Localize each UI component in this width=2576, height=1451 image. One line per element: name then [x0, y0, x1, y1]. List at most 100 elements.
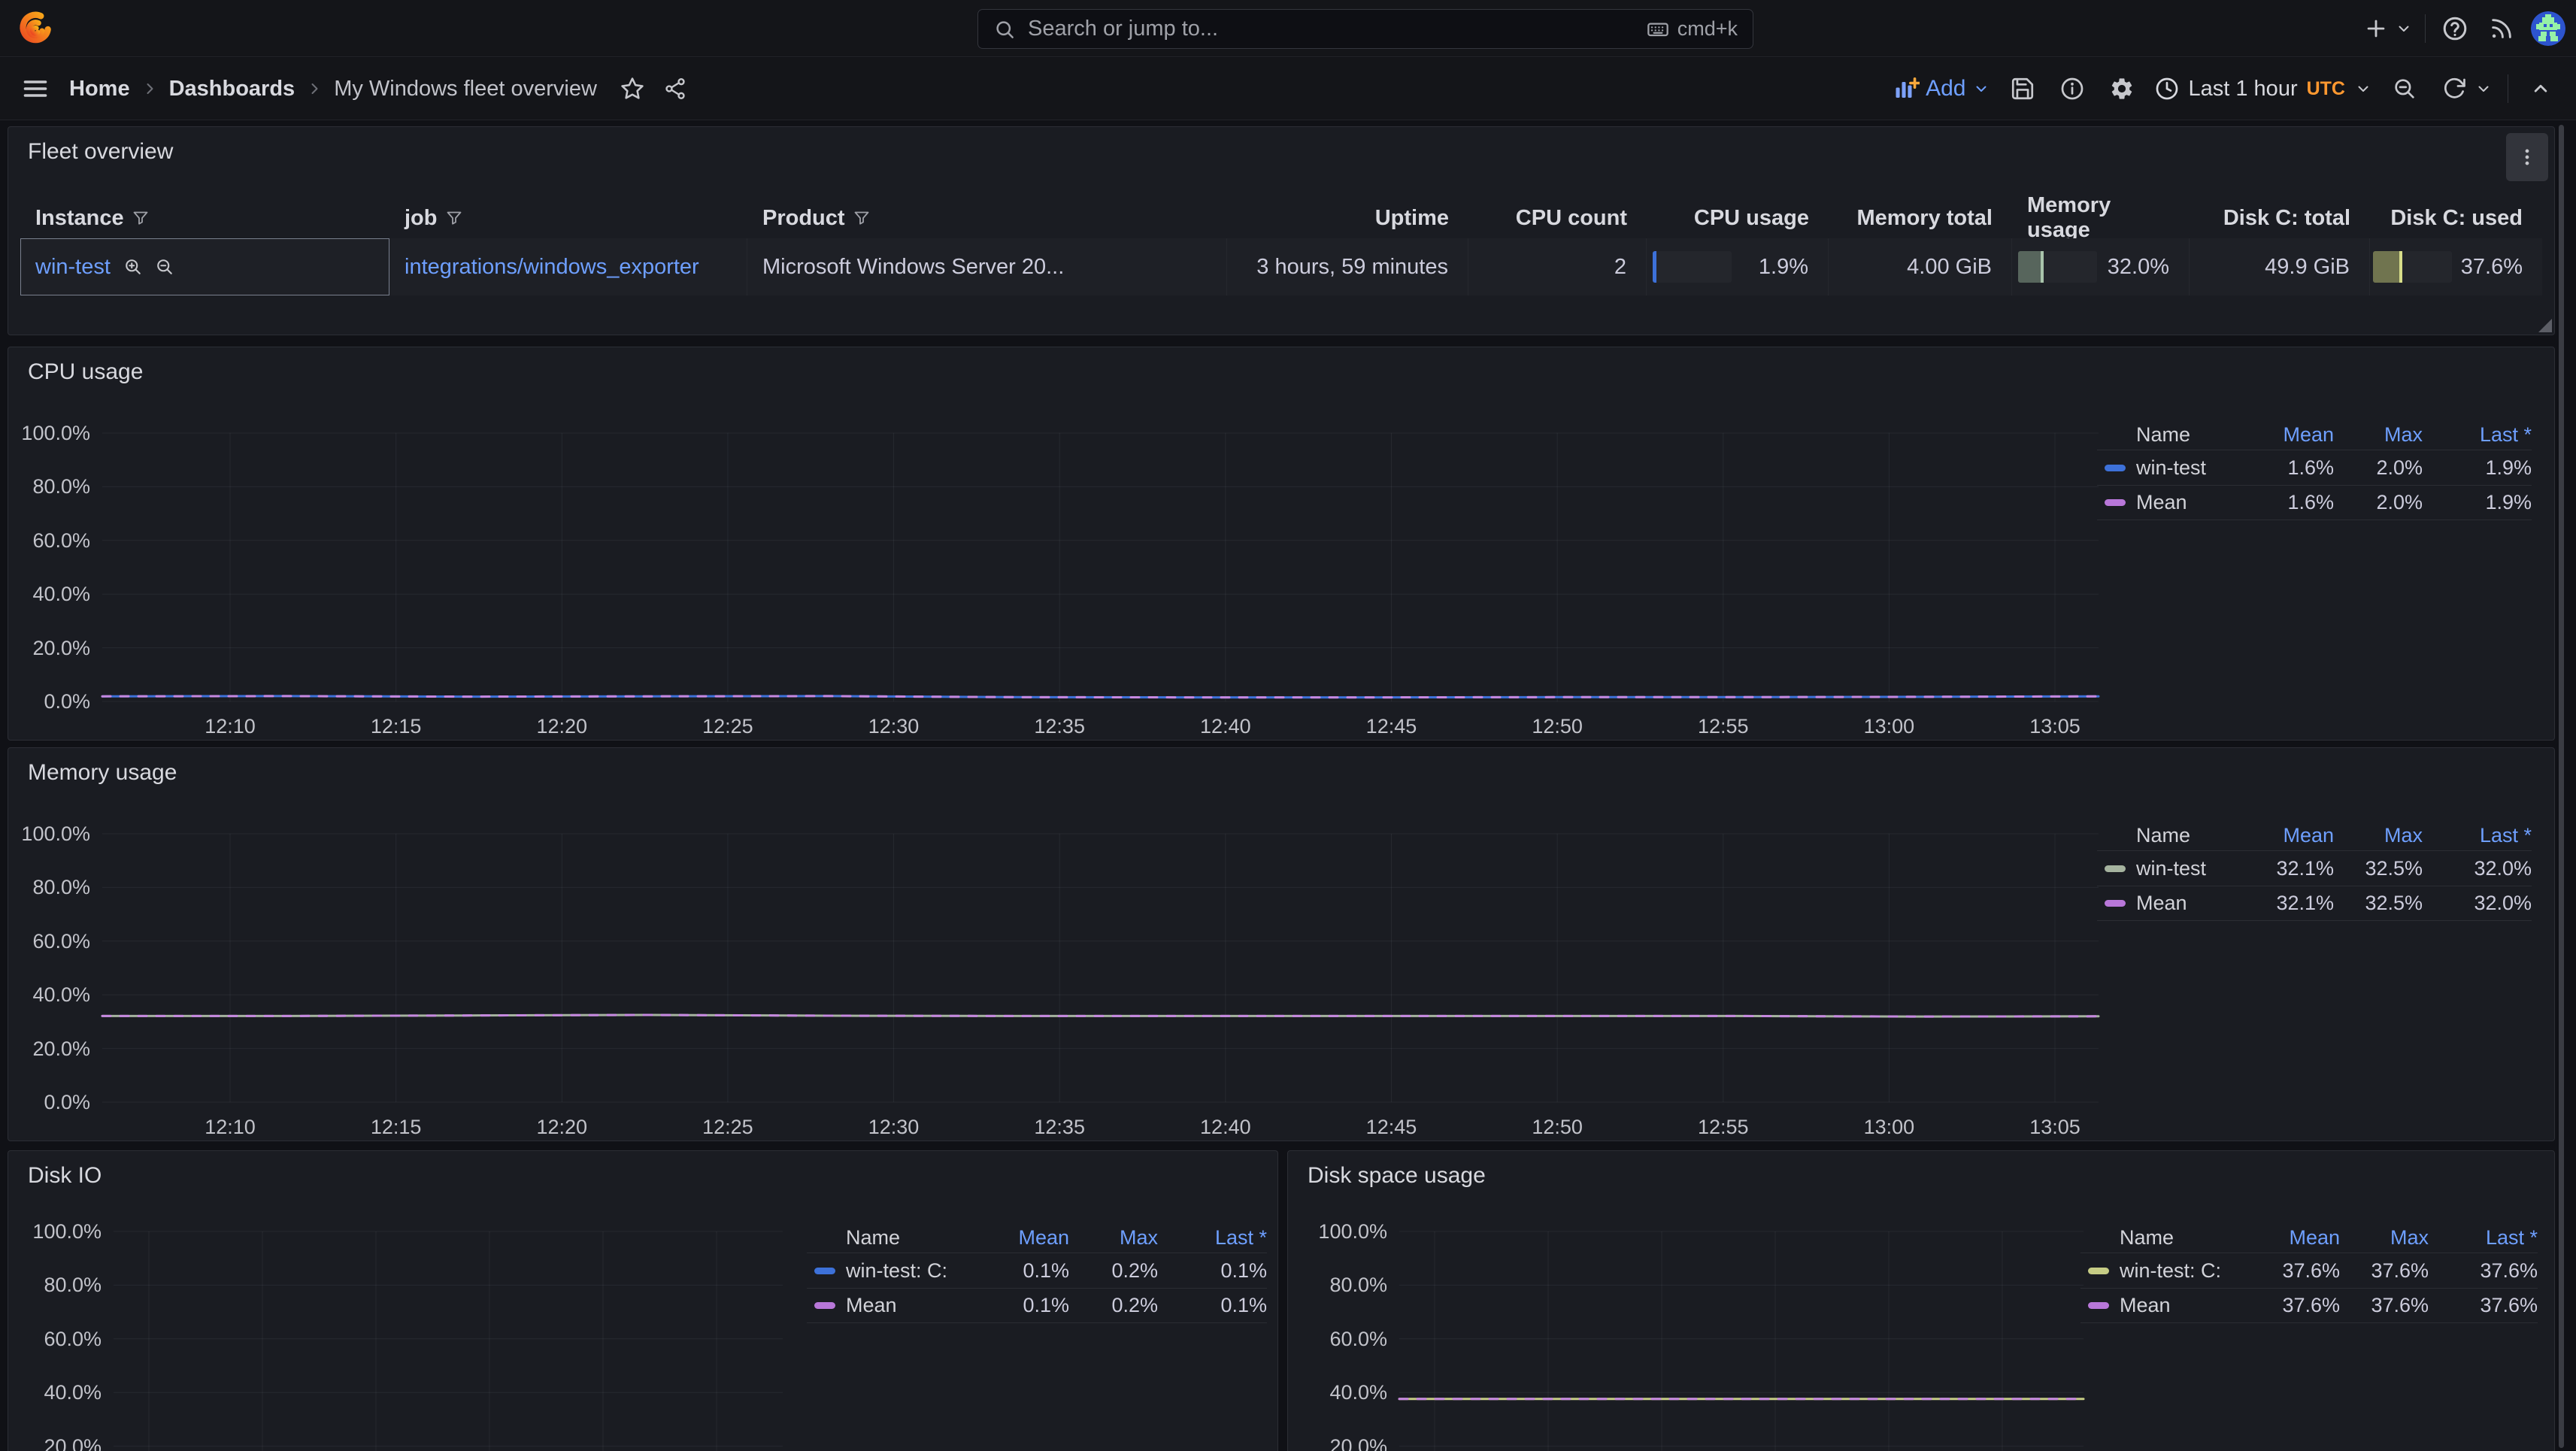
share-button[interactable] — [663, 77, 687, 101]
legend-row: Mean1.6%2.0%1.9% — [2097, 485, 2532, 520]
legend-header-name[interactable]: Name — [2097, 824, 2232, 847]
y-axis-tick-label: 20.0% — [1288, 1435, 1387, 1451]
zoom-out-time-button[interactable] — [2387, 71, 2422, 106]
refresh-button-group[interactable] — [2437, 71, 2493, 106]
legend-header-mean[interactable]: Mean — [2232, 824, 2334, 847]
x-axis-tick-label: 12:35 — [1007, 1116, 1112, 1139]
time-range-picker[interactable]: Last 1 hour UTC — [2154, 76, 2373, 101]
legend-table: NameMeanMaxLast *win-test: C:0.1%0.2%0.1… — [807, 1222, 1267, 1323]
legend-header-last-[interactable]: Last * — [2423, 423, 2532, 447]
legend-series-name[interactable]: win-test — [2136, 857, 2206, 880]
legend-series-name[interactable]: win-test: C: — [846, 1259, 947, 1283]
legend-value: 37.6% — [2429, 1259, 2538, 1283]
legend-value: 32.5% — [2334, 892, 2423, 915]
breadcrumb-dashboards[interactable]: Dashboards — [169, 77, 295, 101]
page-scrollbar-thumb[interactable] — [2559, 125, 2564, 1448]
column-header-instance[interactable]: Instance — [20, 206, 389, 231]
dashboard-info-button[interactable] — [2055, 71, 2090, 106]
legend-header-name[interactable]: Name — [2080, 1226, 2238, 1250]
legend-header-mean[interactable]: Mean — [2238, 1226, 2340, 1250]
y-axis-tick-label: 80.0% — [8, 1274, 102, 1297]
legend-value: 0.1% — [1158, 1294, 1267, 1317]
y-axis-tick-label: 20.0% — [8, 637, 90, 660]
legend-value: 37.6% — [2340, 1294, 2429, 1317]
favorite-star-button[interactable] — [620, 76, 645, 101]
x-axis-tick-label: 12:50 — [1505, 715, 1610, 738]
y-axis-tick-label: 20.0% — [8, 1435, 102, 1451]
column-header-uptime[interactable]: Uptime — [1227, 206, 1468, 231]
instance-link[interactable]: win-test — [35, 255, 111, 280]
dashboard-settings-button[interactable] — [2105, 71, 2139, 106]
legend-header-mean[interactable]: Mean — [968, 1226, 1069, 1250]
series-color-swatch — [814, 1302, 835, 1309]
column-header-memory-usage[interactable]: Memory usage — [2012, 193, 2190, 243]
x-axis-tick-label: 12:30 — [841, 715, 947, 738]
zoom-in-icon[interactable] — [123, 256, 144, 277]
legend-header-last-[interactable]: Last * — [1158, 1226, 1267, 1250]
filter-icon[interactable] — [445, 209, 463, 227]
hamburger-menu-button[interactable] — [18, 71, 53, 106]
column-header-memory-total[interactable]: Memory total — [1829, 206, 2012, 231]
add-panel-button[interactable]: Add — [1893, 75, 1990, 102]
legend-row: Mean0.1%0.2%0.1% — [807, 1288, 1267, 1323]
legend-value: 0.2% — [1069, 1259, 1158, 1283]
legend-header-max[interactable]: Max — [1069, 1226, 1158, 1250]
legend-series-name[interactable]: Mean — [846, 1294, 897, 1317]
legend-header-max[interactable]: Max — [2340, 1226, 2429, 1250]
collapse-toolbar-button[interactable] — [2523, 71, 2558, 106]
legend-header-last-[interactable]: Last * — [2429, 1226, 2538, 1250]
column-header-job[interactable]: job — [389, 206, 747, 231]
legend-value: 0.2% — [1069, 1294, 1158, 1317]
x-axis-tick-label: 12:55 — [1671, 715, 1776, 738]
legend-series-name[interactable]: Mean — [2136, 491, 2187, 514]
panel-resize-handle[interactable] — [2538, 319, 2552, 332]
legend-series-name[interactable]: Mean — [2136, 892, 2187, 915]
y-axis-tick-label: 80.0% — [1288, 1274, 1387, 1297]
y-axis-tick-label: 100.0% — [1288, 1220, 1387, 1243]
series-line-mean — [102, 696, 2099, 698]
legend-series-name[interactable]: win-test: C: — [2120, 1259, 2221, 1283]
legend-header-max[interactable]: Max — [2334, 824, 2423, 847]
filter-icon[interactable] — [853, 209, 871, 227]
column-header-cpu-count[interactable]: CPU count — [1468, 206, 1647, 231]
legend-value: 1.9% — [2423, 491, 2532, 514]
search-input[interactable]: Search or jump to... cmd+k — [977, 9, 1753, 49]
y-axis-tick-label: 0.0% — [8, 1091, 90, 1114]
job-link[interactable]: integrations/windows_exporter — [405, 255, 699, 280]
help-button[interactable] — [2438, 11, 2472, 46]
x-axis-tick-label: 12:45 — [1338, 715, 1444, 738]
legend-header-last-[interactable]: Last * — [2423, 824, 2532, 847]
x-axis-tick-label: 12:10 — [177, 715, 283, 738]
legend-series-name[interactable]: win-test — [2136, 456, 2206, 480]
panel-fleet-overview: Fleet overview Instance job Product Upti… — [8, 126, 2555, 335]
time-range-label: Last 1 hour — [2189, 77, 2298, 101]
legend-header-max[interactable]: Max — [2334, 423, 2423, 447]
fleet-table-row: win-test integrations/windows_exporter M… — [20, 238, 2542, 295]
x-axis-tick-label: 12:40 — [1173, 715, 1278, 738]
legend-header-mean[interactable]: Mean — [2232, 423, 2334, 447]
column-header-disk-total[interactable]: Disk C: total — [2190, 206, 2370, 231]
chevron-right-icon — [305, 80, 323, 98]
chevron-down-icon — [1972, 80, 1990, 98]
panel-disk-io: Disk IO 100.0%80.0%60.0%40.0%20.0%0.0%Na… — [8, 1150, 1278, 1451]
news-rss-button[interactable] — [2484, 11, 2519, 46]
chevron-down-icon — [2474, 80, 2493, 98]
column-header-disk-used[interactable]: Disk C: used — [2370, 206, 2542, 231]
new-menu-button[interactable] — [2359, 11, 2413, 46]
legend-header-name[interactable]: Name — [807, 1226, 968, 1250]
filter-icon[interactable] — [132, 209, 150, 227]
zoom-out-icon[interactable] — [154, 256, 175, 277]
save-dashboard-button[interactable] — [2005, 71, 2040, 106]
series-line-win-test — [102, 1015, 2099, 1016]
legend-series-name[interactable]: Mean — [2120, 1294, 2171, 1317]
legend-header-name[interactable]: Name — [2097, 423, 2232, 447]
legend-value: 32.0% — [2423, 857, 2532, 880]
legend-value: 1.9% — [2423, 456, 2532, 480]
column-header-product[interactable]: Product — [747, 206, 1227, 231]
user-avatar[interactable] — [2531, 11, 2565, 46]
grafana-logo[interactable] — [17, 10, 54, 47]
panel-menu-button[interactable] — [2506, 133, 2548, 181]
panel-cpu-usage: CPU usage 100.0%80.0%60.0%40.0%20.0%0.0%… — [8, 347, 2555, 741]
column-header-cpu-usage[interactable]: CPU usage — [1647, 206, 1829, 231]
breadcrumb-home[interactable]: Home — [69, 77, 130, 101]
